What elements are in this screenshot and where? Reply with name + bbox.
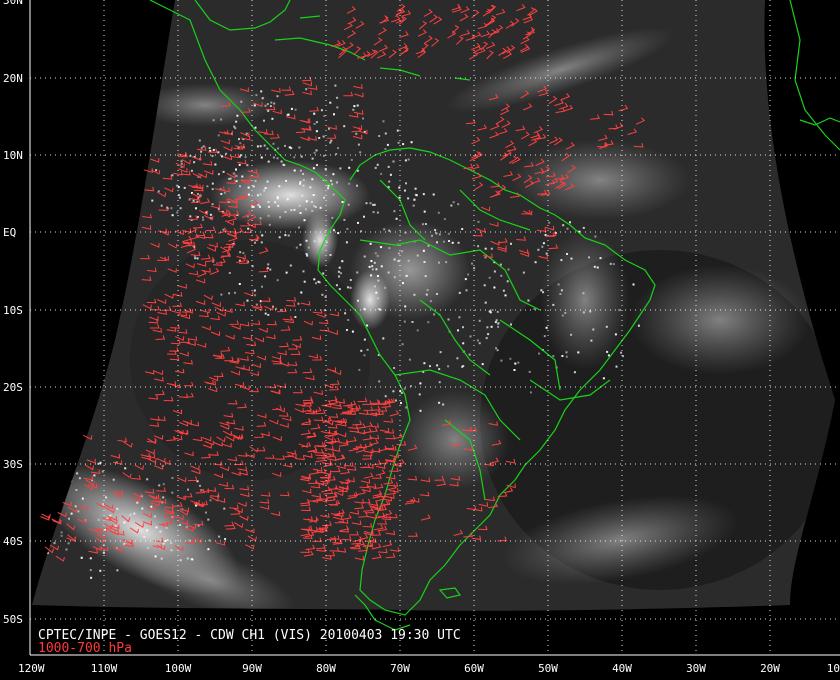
- pressure-level-label: 1000-700 hPa: [38, 641, 132, 656]
- latitude-label: 50S: [3, 613, 23, 626]
- latitude-label: 30S: [3, 458, 23, 471]
- longitude-label: 80W: [316, 662, 336, 675]
- latitude-label: 40S: [3, 535, 23, 548]
- latitude-label: 20S: [3, 381, 23, 394]
- satellite-scan-area: [32, 0, 835, 611]
- latitude-label: 30N: [3, 0, 23, 7]
- longitude-label: 100W: [165, 662, 192, 675]
- latitude-label: 10S: [3, 304, 23, 317]
- longitude-label: 90W: [242, 662, 262, 675]
- longitude-label: 40W: [612, 662, 632, 675]
- longitude-label: 120W: [18, 662, 45, 675]
- longitude-label: 50W: [538, 662, 558, 675]
- latitude-label: 20N: [3, 72, 23, 85]
- latitude-label: EQ: [3, 226, 16, 239]
- longitude-label: 70W: [390, 662, 410, 675]
- satellite-image-frame: 30N 20N 10N EQ 10S 20S 30S 40S 50S 120W 110W 100W 9…: [0, 0, 840, 680]
- longitude-label: 30W: [686, 662, 706, 675]
- bottom-axis-strip: [0, 655, 840, 680]
- latitude-label: 10N: [3, 149, 23, 162]
- longitude-label: 10: [827, 662, 840, 675]
- latitude-labels: 30N 20N 10N EQ 10S 20S 30S 40S 50S: [3, 0, 23, 626]
- longitude-label: 110W: [91, 662, 118, 675]
- longitude-label: 20W: [760, 662, 780, 675]
- satellite-map: 30N 20N 10N EQ 10S 20S 30S 40S 50S 120W 110W 100W 9…: [0, 0, 840, 680]
- longitude-label: 60W: [464, 662, 484, 675]
